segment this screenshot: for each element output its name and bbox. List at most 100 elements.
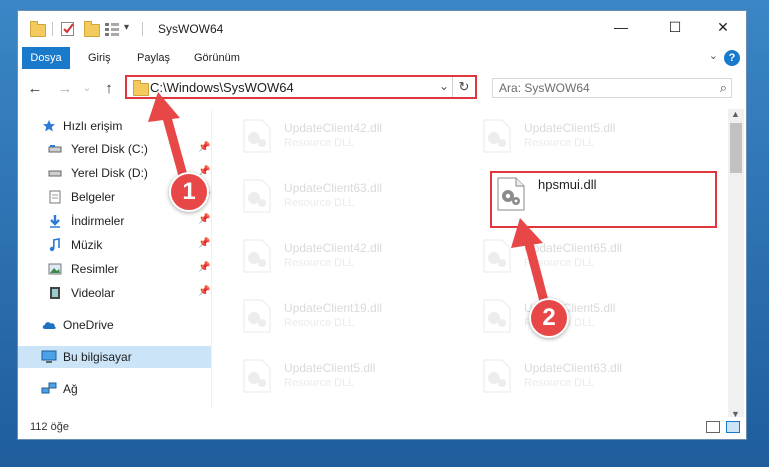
- search-box[interactable]: Ara: SysWOW64 ⌕: [492, 78, 732, 98]
- explorer-window: ▾ SysWOW64 — ☐ ✕ Dosya Giriş Paylaş Görü…: [17, 10, 747, 440]
- folder-icon: [133, 80, 149, 96]
- dll-file-icon: [483, 239, 511, 273]
- file-name: UpdateClient65.dll: [524, 241, 623, 255]
- tab-paylas[interactable]: Paylaş: [129, 47, 178, 69]
- maximize-button[interactable]: ☐: [652, 11, 698, 43]
- close-icon: ✕: [717, 18, 729, 35]
- nav-item-this-pc[interactable]: Bu bilgisayar: [18, 346, 211, 368]
- file-item[interactable]: UpdateClient19.dll Resource DLL: [238, 295, 438, 339]
- pictures-icon: [48, 263, 62, 275]
- scroll-thumb[interactable]: [730, 123, 742, 173]
- new-folder-icon[interactable]: [84, 21, 100, 37]
- file-item[interactable]: UpdateClient42.dll Resource DLL: [238, 235, 438, 279]
- nav-item-quick-access[interactable]: Hızlı erişim: [18, 115, 211, 137]
- customize-toolbar-icon[interactable]: [104, 21, 120, 37]
- ribbon-expand-icon[interactable]: ⌄: [709, 49, 718, 62]
- nav-item-videos[interactable]: Videolar 📌: [18, 282, 211, 304]
- file-description: Resource DLL: [284, 317, 355, 329]
- minimize-button[interactable]: —: [598, 11, 644, 43]
- search-icon[interactable]: ⌕: [720, 80, 727, 96]
- dll-file-icon: [243, 179, 271, 213]
- arrow-right-icon: →: [57, 79, 73, 97]
- nav-item-label: Yerel Disk (C:): [71, 142, 148, 156]
- refresh-button[interactable]: ↻: [452, 77, 475, 97]
- file-name: UpdateClient5.dll: [524, 121, 616, 135]
- nav-item-onedrive[interactable]: OneDrive: [18, 314, 211, 336]
- pin-icon[interactable]: 📌: [198, 262, 210, 273]
- drive-icon: [48, 170, 62, 177]
- nav-item-music[interactable]: Müzik 📌: [18, 234, 211, 256]
- address-path[interactable]: C:\Windows\SysWOW64: [150, 80, 294, 95]
- file-item[interactable]: UpdateClient5.dll Resource DLL: [478, 295, 678, 339]
- file-item[interactable]: UpdateClient65.dll Resource DLL: [478, 235, 678, 279]
- step-badge-1: 1: [169, 172, 209, 212]
- file-description: Resource DLL: [284, 197, 355, 209]
- tab-gorunum[interactable]: Görünüm: [186, 47, 248, 69]
- nav-item-downloads[interactable]: İndirmeler 📌: [18, 210, 211, 232]
- drive-icon: [48, 145, 62, 153]
- star-icon: [43, 120, 55, 132]
- documents-icon: [49, 190, 61, 204]
- scroll-up-icon[interactable]: ▲: [731, 109, 740, 119]
- nav-item-label: Belgeler: [71, 190, 116, 204]
- file-description: Resource DLL: [524, 377, 595, 389]
- dll-file-icon: [497, 177, 525, 211]
- qa-dropdown-icon[interactable]: ▾: [124, 22, 129, 33]
- step-badge-2: 2: [529, 298, 569, 338]
- nav-item-label: Müzik: [71, 238, 103, 252]
- close-button[interactable]: ✕: [700, 11, 746, 43]
- dll-file-icon: [483, 119, 511, 153]
- nav-item-label: Videolar: [71, 286, 115, 300]
- arrow-up-icon: ↑: [105, 79, 113, 97]
- dll-file-icon: [483, 299, 511, 333]
- chevron-down-icon[interactable]: ⌄: [439, 79, 449, 93]
- dll-file-icon: [483, 359, 511, 393]
- pin-icon[interactable]: 📌: [198, 214, 210, 225]
- file-item[interactable]: UpdateClient5.dll Resource DLL: [238, 355, 438, 399]
- forward-button[interactable]: →: [54, 77, 76, 99]
- details-view-icon[interactable]: [706, 421, 720, 433]
- chevron-down-icon: ⌄: [82, 82, 92, 94]
- pin-icon[interactable]: 📌: [198, 286, 210, 297]
- minimize-icon: —: [614, 19, 628, 35]
- help-button[interactable]: ?: [724, 50, 740, 66]
- pin-icon[interactable]: 📌: [198, 142, 210, 153]
- computer-icon: [41, 350, 57, 363]
- refresh-icon: ↻: [458, 79, 470, 94]
- maximize-icon: ☐: [668, 18, 682, 35]
- download-icon: [50, 215, 60, 228]
- file-item[interactable]: UpdateClient63.dll Resource DLL: [238, 175, 438, 219]
- file-name: UpdateClient42.dll: [284, 121, 383, 135]
- address-bar[interactable]: C:\Windows\SysWOW64 ⌄ ↻: [125, 75, 477, 99]
- pin-icon[interactable]: 📌: [198, 238, 210, 249]
- back-button[interactable]: ←: [24, 77, 46, 99]
- file-item[interactable]: UpdateClient63.dll Resource DLL: [478, 355, 678, 399]
- file-list: UpdateClient42.dll Resource DLL UpdateCl…: [228, 109, 728, 409]
- recent-locations-button[interactable]: ⌄: [76, 77, 98, 99]
- ribbon-tabs: Dosya Giriş Paylaş Görünüm ⌄ ?: [18, 47, 746, 71]
- nav-item-pictures[interactable]: Resimler 📌: [18, 258, 211, 280]
- dll-file-icon: [243, 299, 271, 333]
- file-description: Resource DLL: [284, 257, 355, 269]
- nav-item-label: Resimler: [71, 262, 119, 276]
- file-item-highlighted[interactable]: hpsmui.dll: [490, 171, 717, 228]
- music-icon: [49, 238, 60, 252]
- vertical-scrollbar[interactable]: ▲ ▼: [728, 109, 744, 419]
- tab-giris[interactable]: Giriş: [80, 47, 119, 69]
- tiles-view-icon[interactable]: [726, 421, 740, 433]
- nav-item-disk-c[interactable]: Yerel Disk (C:) 📌: [18, 138, 211, 160]
- status-bar: 112 öğe: [18, 417, 746, 439]
- file-item[interactable]: UpdateClient42.dll Resource DLL: [238, 115, 438, 159]
- nav-item-label: Bu bilgisayar: [63, 350, 132, 364]
- file-item[interactable]: UpdateClient5.dll Resource DLL: [478, 115, 678, 159]
- up-button[interactable]: ↑: [98, 77, 120, 99]
- file-description: Resource DLL: [524, 257, 595, 269]
- tab-dosya[interactable]: Dosya: [22, 47, 70, 69]
- dll-file-icon: [243, 359, 271, 393]
- separator: [142, 22, 143, 36]
- properties-icon[interactable]: [60, 21, 76, 37]
- nav-item-label: OneDrive: [63, 318, 114, 332]
- folder-icon: [30, 21, 46, 37]
- nav-item-network[interactable]: Ağ: [18, 378, 211, 400]
- pane-divider[interactable]: [211, 109, 212, 409]
